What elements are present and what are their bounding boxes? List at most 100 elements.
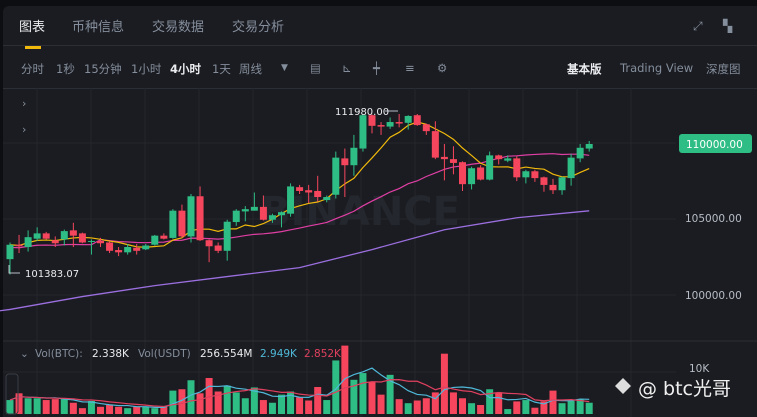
volume-legend-chevron-icon[interactable]: ⌄ xyxy=(20,348,29,360)
candle xyxy=(404,115,412,123)
candle xyxy=(377,125,385,127)
user-watermark: @ btc光哥 xyxy=(615,378,731,400)
volume-bar xyxy=(133,406,141,414)
volume-bar xyxy=(323,400,331,414)
candle xyxy=(449,159,457,163)
volume-bar xyxy=(232,392,240,414)
candle xyxy=(350,147,358,166)
candle xyxy=(413,115,421,126)
volume-bar xyxy=(468,403,476,414)
low-price-label: 101383.07 xyxy=(25,269,79,280)
last-price-text: 110000.00 xyxy=(686,139,743,151)
volume-bar xyxy=(305,400,313,414)
volume-bar xyxy=(558,403,566,414)
candle xyxy=(468,168,476,185)
volume-bar xyxy=(259,400,267,414)
volume-bar xyxy=(377,394,385,414)
volume-bar xyxy=(585,402,593,414)
volume-legend: ⌄ Vol(BTC): 2.338K Vol(USDT) 256.554M 2.… xyxy=(20,348,342,360)
candle xyxy=(504,158,512,161)
candle xyxy=(495,155,503,160)
volume-bar xyxy=(359,373,367,414)
expand-indicator-chevron-icon[interactable]: › xyxy=(22,97,26,110)
volume-bar xyxy=(477,405,485,414)
volume-bar xyxy=(296,397,304,414)
candle xyxy=(440,156,448,160)
volume-bar xyxy=(24,398,32,414)
volume-bar xyxy=(404,403,412,414)
volume-bar xyxy=(549,390,557,414)
candle xyxy=(106,242,114,251)
candle xyxy=(250,206,258,211)
candle xyxy=(42,233,50,239)
volume-bar xyxy=(278,394,285,414)
low-marker-line xyxy=(8,265,20,274)
candlestick-chart[interactable]: BINANCE › › 105000.00 100000.00 10K 1100… xyxy=(0,0,757,417)
volume-bar xyxy=(223,385,231,414)
volume-bar xyxy=(368,381,376,414)
candle xyxy=(522,171,530,178)
candle xyxy=(567,157,575,179)
volume-bar xyxy=(142,406,150,414)
volume-bar xyxy=(115,406,123,414)
volume-bar xyxy=(341,345,349,414)
candle xyxy=(214,245,222,251)
volume-bar xyxy=(151,408,159,414)
vol-usdt-value: 256.554M xyxy=(200,348,252,360)
candle xyxy=(151,235,159,245)
volume-bar xyxy=(332,360,340,414)
volume-bar xyxy=(60,399,68,414)
binance-logo-icon xyxy=(615,378,631,394)
volume-bar xyxy=(124,408,132,414)
candle xyxy=(33,233,41,239)
candle xyxy=(187,196,195,237)
candle xyxy=(558,177,566,191)
candle xyxy=(60,231,68,240)
vol-ma10-value: 2.852K xyxy=(304,348,342,360)
candle xyxy=(585,144,593,149)
volume-bar xyxy=(268,402,276,414)
volume-bar xyxy=(97,406,104,414)
candle xyxy=(160,235,168,239)
candle xyxy=(323,197,331,201)
watermark-text: @ btc光哥 xyxy=(638,378,731,400)
candle xyxy=(69,230,77,236)
candle xyxy=(124,247,132,253)
volume-bar xyxy=(51,399,59,414)
volume-bar xyxy=(78,408,86,414)
volume-bar xyxy=(422,398,430,414)
price-axis-label: 105000.00 xyxy=(685,213,742,225)
candle xyxy=(169,210,177,238)
candle xyxy=(259,206,267,220)
volume-axis-label: 10K xyxy=(689,363,710,375)
candle xyxy=(278,212,285,216)
candle xyxy=(205,240,213,247)
candle xyxy=(178,210,186,237)
candle xyxy=(332,157,340,195)
volume-bar xyxy=(567,400,575,414)
candle xyxy=(232,210,240,223)
candle xyxy=(531,171,539,179)
vol-btc-value: 2.338K xyxy=(92,348,130,360)
candle xyxy=(513,158,521,178)
volume-bar xyxy=(531,407,539,414)
volume-bar xyxy=(6,400,14,414)
candle xyxy=(386,122,394,127)
candle xyxy=(422,124,430,132)
candle xyxy=(486,155,494,180)
volume-bar xyxy=(459,398,466,414)
volume-bar xyxy=(106,405,114,414)
volume-bar xyxy=(314,387,322,414)
candle xyxy=(97,240,104,244)
candle xyxy=(459,162,466,185)
volume-bar xyxy=(449,392,457,414)
volume-bar xyxy=(69,402,77,414)
volume-bar xyxy=(413,400,421,414)
candle xyxy=(78,233,86,243)
volume-bar xyxy=(196,393,204,414)
expand-indicator-chevron-icon[interactable]: › xyxy=(22,123,26,136)
volume-bar xyxy=(504,409,512,414)
vol-usdt-label: Vol(USDT) xyxy=(138,348,191,360)
volume-bar xyxy=(440,353,448,414)
volume-bar xyxy=(33,398,41,414)
